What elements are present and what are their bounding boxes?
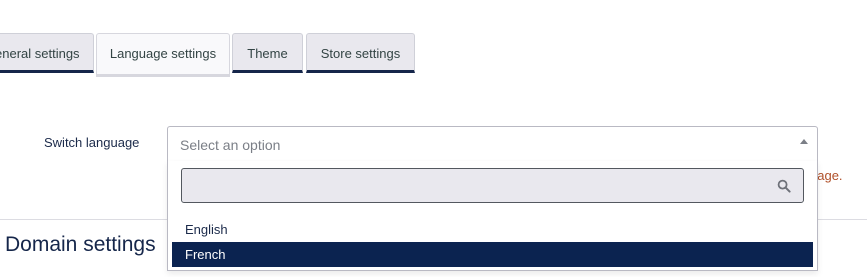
language-select[interactable]: Select an option	[167, 126, 818, 162]
language-dropdown: English French	[167, 161, 818, 271]
tab-store-settings[interactable]: Store settings	[306, 33, 415, 73]
option-french[interactable]: French	[172, 242, 813, 267]
tab-general-settings[interactable]: eneral settings	[0, 33, 94, 73]
dropdown-search	[181, 168, 804, 203]
tab-language-settings[interactable]: Language settings	[96, 33, 230, 77]
search-icon	[777, 179, 791, 193]
domain-settings-heading: Domain settings	[5, 233, 156, 256]
triangle-up-icon	[800, 139, 808, 144]
tab-theme[interactable]: Theme	[232, 33, 303, 73]
dropdown-search-input[interactable]	[182, 169, 767, 202]
select-placeholder: Select an option	[180, 137, 281, 153]
settings-tabs: eneral settings Language settings Theme …	[0, 0, 867, 77]
option-english[interactable]: English	[172, 217, 813, 242]
language-help-text: uage.	[818, 168, 843, 183]
switch-language-label: Switch language	[44, 135, 140, 150]
